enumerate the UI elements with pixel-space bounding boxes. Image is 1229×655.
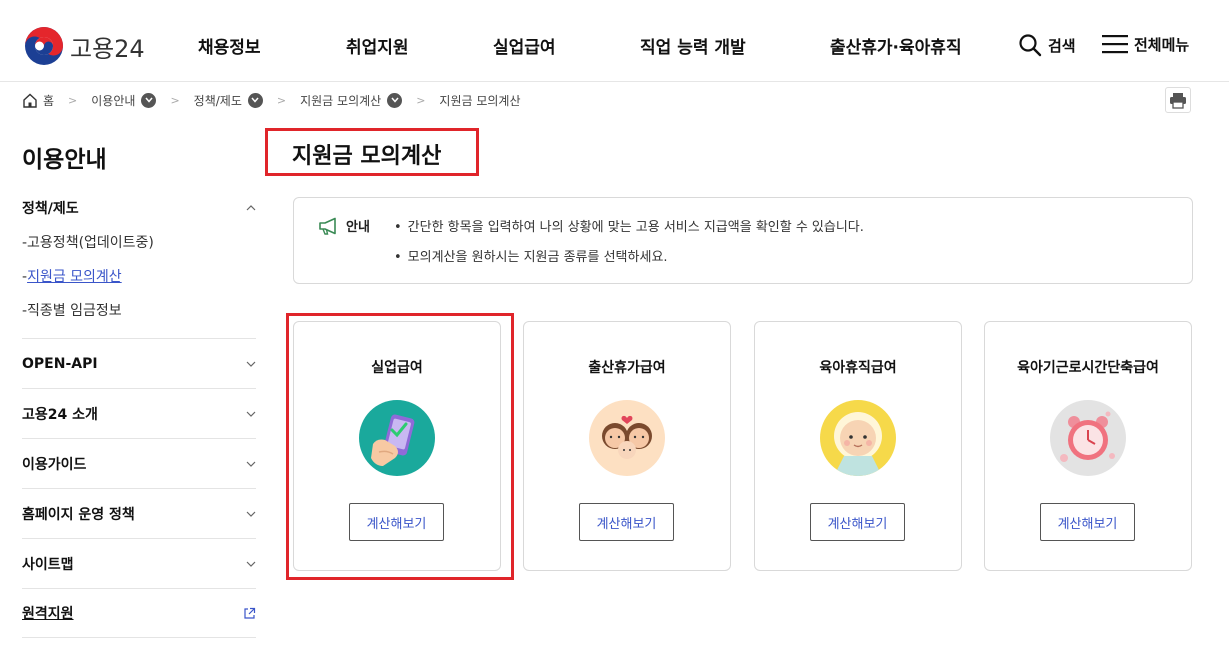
notice-label-text: 안내 (346, 220, 370, 235)
sidebar-item-label: OPEN-API (22, 355, 98, 372)
chevron-down-icon (246, 461, 256, 467)
alarm-clock-icon (1050, 400, 1126, 476)
family-icon (589, 400, 665, 476)
notice-label: 안내 (318, 216, 370, 235)
sidebar-item-guide[interactable]: 이용가이드 (22, 438, 256, 488)
sidebar-item-open-api[interactable]: OPEN-API (22, 338, 256, 388)
dropdown-chevron-icon[interactable] (247, 92, 263, 108)
printer-icon (1170, 92, 1186, 109)
breadcrumb-current-label: 지원금 모의계산 (439, 93, 521, 108)
sidebar-sub-employment-policy[interactable]: -고용정책(업데이트중) (22, 226, 256, 260)
calculate-button[interactable]: 계산해보기 (810, 503, 905, 541)
home-icon (23, 93, 37, 108)
sidebar-sub-wage-info[interactable]: -직종별 임금정보 (22, 294, 256, 328)
notice-line: 간단한 항목을 입력하여 나의 상황에 맞는 고용 서비스 지급액을 확인할 수… (394, 216, 864, 235)
sidebar-item-label: 원격지원 (22, 606, 74, 622)
subsidy-card-unemployment: 실업급여 계산해보기 (293, 321, 501, 571)
site-logo[interactable]: 고용24 (24, 26, 145, 66)
chevron-down-icon (246, 511, 256, 517)
search-icon (1019, 34, 1042, 57)
sidebar: 정책/제도 -고용정책(업데이트중) -지원금 모의계산 -직종별 임금정보 O… (22, 190, 256, 638)
breadcrumb-separator-icon: > (170, 93, 180, 107)
search-button[interactable]: 검색 (1018, 33, 1076, 57)
sidebar-item-site-policy[interactable]: 홈페이지 운영 정책 (22, 488, 256, 538)
sidebar-sub-subsidy-calculator[interactable]: -지원금 모의계산 (22, 260, 256, 294)
calculate-button[interactable]: 계산해보기 (349, 503, 444, 541)
sidebar-title: 이용안내 (22, 147, 107, 173)
card-title: 출산휴가급여 (588, 360, 666, 376)
sidebar-group-label: 정책/제도 (22, 201, 79, 217)
taegeuk-logo-icon (25, 27, 63, 65)
breadcrumb-item-label: 이용안내 (91, 93, 136, 108)
dropdown-chevron-icon[interactable] (141, 92, 157, 108)
nav-item-parental-leave[interactable]: 출산휴가·육아휴직 (830, 33, 962, 58)
breadcrumb: 홈 > 이용안내 > 정책/제도 > 지원금 모의계산 > 지원금 모의계산 (22, 90, 521, 110)
breadcrumb-current: 지원금 모의계산 (439, 92, 520, 109)
nav-item-jobs[interactable]: 채용정보 (198, 33, 261, 58)
sidebar-sub-label: -직종별 임금정보 (22, 303, 122, 319)
breadcrumb-separator-icon: > (416, 93, 426, 107)
breadcrumb-item-policy[interactable]: 정책/제도 (194, 92, 263, 109)
sidebar-item-remote-support[interactable]: 원격지원 (22, 588, 256, 638)
card-title: 육아휴직급여 (819, 360, 897, 376)
breadcrumb-item-guide[interactable]: 이용안내 (91, 92, 157, 109)
sidebar-item-about[interactable]: 고용24 소개 (22, 388, 256, 438)
chevron-down-icon (246, 411, 256, 417)
nav-item-skills-development[interactable]: 직업 능력 개발 (640, 33, 746, 58)
sidebar-sub-label: 지원금 모의계산 (27, 269, 122, 285)
sidebar-group-policy[interactable]: 정책/제도 (22, 190, 256, 226)
megaphone-icon (319, 217, 336, 235)
chevron-up-icon (246, 205, 256, 211)
breadcrumb-home[interactable]: 홈 (22, 92, 54, 109)
breadcrumb-separator-icon: > (276, 93, 287, 107)
notice-line: 모의계산을 원하시는 지원금 종류를 선택하세요. (394, 246, 668, 265)
breadcrumb-separator-icon: > (68, 93, 78, 107)
site-header: 고용24 채용정보 취업지원 실업급여 직업 능력 개발 출산휴가·육아휴직 검… (0, 0, 1229, 82)
nav-item-unemployment-benefit[interactable]: 실업급여 (493, 33, 556, 58)
subsidy-card-reduced-hours: 육아기근로시간단축급여 계산해보기 (984, 321, 1192, 571)
phone-hand-icon (359, 400, 435, 476)
breadcrumb-item-label: 지원금 모의계산 (300, 93, 382, 108)
breadcrumb-home-label: 홈 (43, 93, 55, 108)
search-label: 검색 (1048, 36, 1076, 55)
sidebar-item-label: 고용24 소개 (22, 406, 98, 423)
external-link-icon (244, 607, 256, 619)
page-title: 지원금 모의계산 (292, 144, 442, 169)
breadcrumb-item-label: 정책/제도 (193, 93, 242, 108)
nav-item-employment-support[interactable]: 취업지원 (346, 33, 409, 58)
chevron-down-icon (246, 561, 256, 567)
subsidy-card-maternity: 출산휴가급여 계산해보기 (523, 321, 731, 571)
card-title: 육아기근로시간단축급여 (1017, 360, 1159, 376)
subsidy-card-parental-leave: 육아휴직급여 계산해보기 (754, 321, 962, 571)
sidebar-item-label: 홈페이지 운영 정책 (22, 506, 135, 523)
breadcrumb-item-calculator[interactable]: 지원금 모의계산 (300, 92, 403, 109)
hamburger-menu-icon (1102, 35, 1128, 54)
sidebar-item-label: 사이트맵 (22, 556, 74, 573)
calculate-button[interactable]: 계산해보기 (579, 503, 674, 541)
calculate-button[interactable]: 계산해보기 (1040, 503, 1135, 541)
notice-box: 안내 간단한 항목을 입력하여 나의 상황에 맞는 고용 서비스 지급액을 확인… (293, 197, 1193, 284)
sidebar-item-sitemap[interactable]: 사이트맵 (22, 538, 256, 588)
logo-text: 고용24 (70, 34, 145, 63)
full-menu-button[interactable]: 전체메뉴 (1102, 33, 1189, 55)
print-button[interactable] (1165, 87, 1191, 113)
sidebar-item-label: 이용가이드 (22, 456, 87, 473)
sidebar-sub-label: -고용정책(업데이트중) (22, 235, 154, 251)
baby-icon (820, 400, 896, 476)
card-title: 실업급여 (371, 360, 423, 376)
full-menu-label: 전체메뉴 (1134, 35, 1190, 54)
chevron-down-icon (246, 361, 256, 367)
dropdown-chevron-icon[interactable] (387, 92, 403, 108)
